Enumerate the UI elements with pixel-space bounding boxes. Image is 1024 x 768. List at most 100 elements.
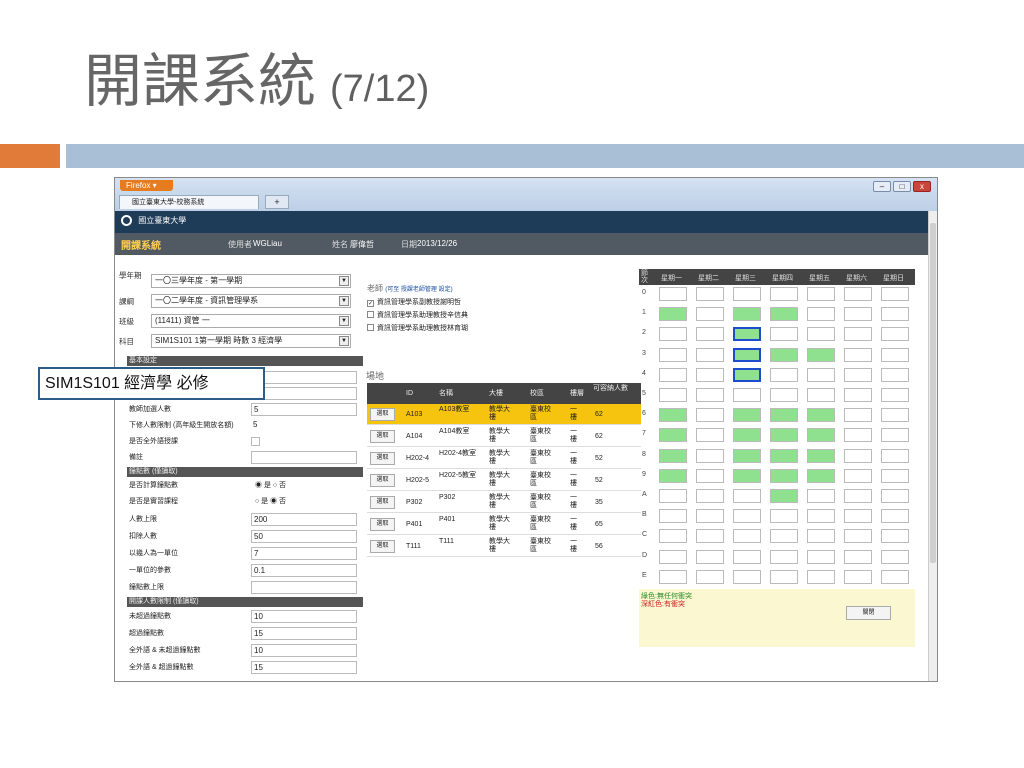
schedule-cell[interactable] [659, 307, 687, 322]
schedule-cell[interactable] [696, 509, 724, 524]
schedule-cell[interactable] [844, 388, 872, 402]
firefox-menu-button[interactable]: Firefox ▾ [120, 180, 173, 191]
text-field[interactable] [251, 387, 357, 400]
unit-size-field[interactable]: 7 [251, 547, 357, 560]
select-room-button[interactable]: 選取 [370, 540, 395, 553]
text-field[interactable] [251, 371, 357, 384]
teacher-checkbox-row[interactable]: 資訊管理學系助理教授林育瑚 [367, 323, 468, 333]
schedule-cell[interactable] [659, 408, 687, 423]
limit-field[interactable]: 10 [251, 610, 357, 623]
schedule-cell[interactable] [844, 428, 872, 443]
schedule-cell[interactable] [696, 347, 724, 362]
schedule-cell[interactable] [733, 367, 761, 382]
schedule-cell[interactable] [733, 569, 761, 584]
schedule-cell[interactable] [881, 529, 909, 544]
schedule-cell[interactable] [659, 468, 687, 483]
schedule-cell[interactable] [770, 327, 798, 342]
schedule-cell[interactable] [844, 549, 872, 564]
radio-group[interactable]: ○ 是 ◉ 否 [255, 494, 286, 509]
schedule-cell[interactable] [696, 489, 724, 503]
schedule-cell[interactable] [881, 509, 909, 524]
schedule-cell[interactable] [881, 549, 909, 564]
schedule-cell[interactable] [733, 549, 761, 564]
schedule-cell[interactable] [844, 569, 872, 584]
schedule-cell[interactable] [659, 388, 687, 402]
deduct-field[interactable]: 50 [251, 530, 357, 543]
schedule-cell[interactable] [881, 428, 909, 443]
schedule-cell[interactable] [770, 347, 798, 362]
checkbox-icon[interactable] [367, 311, 374, 318]
schedule-cell[interactable] [844, 307, 872, 322]
teacher-settings-link[interactable]: (可至 授課老師管理 設定) [385, 287, 452, 293]
schedule-cell[interactable] [733, 509, 761, 524]
schedule-cell[interactable] [659, 509, 687, 524]
schedule-cell[interactable] [807, 569, 835, 584]
remarks-field[interactable] [251, 451, 357, 464]
schedule-cell[interactable] [659, 569, 687, 584]
schedule-cell[interactable] [844, 468, 872, 483]
subject-select[interactable]: SIM1S101 1第一學期 時數 3 經濟學 ▼ [151, 334, 351, 348]
schedule-cell[interactable] [696, 428, 724, 443]
schedule-cell[interactable] [770, 448, 798, 463]
curriculum-select[interactable]: 一〇二學年度 - 資訊管理學系 ▼ [151, 294, 351, 308]
schedule-cell[interactable] [770, 509, 798, 524]
select-room-button[interactable]: 選取 [370, 518, 395, 531]
minimize-button[interactable]: – [873, 181, 891, 192]
schedule-cell[interactable] [844, 327, 872, 342]
schedule-cell[interactable] [807, 388, 835, 402]
schedule-cell[interactable] [844, 287, 872, 301]
schedule-cell[interactable] [770, 549, 798, 564]
checkbox-icon[interactable] [251, 437, 260, 446]
schedule-cell[interactable] [659, 489, 687, 503]
schedule-cell[interactable] [659, 428, 687, 443]
schedule-cell[interactable] [807, 367, 835, 382]
points-limit-field[interactable] [251, 581, 357, 594]
schedule-cell[interactable] [844, 347, 872, 362]
schedule-cell[interactable] [733, 468, 761, 483]
schedule-cell[interactable] [696, 388, 724, 402]
checkbox-checked-icon[interactable]: ✓ [367, 300, 374, 307]
schedule-cell[interactable] [770, 489, 798, 503]
schedule-cell[interactable] [659, 367, 687, 382]
schedule-cell[interactable] [881, 489, 909, 503]
close-window-button[interactable]: x [913, 181, 931, 192]
schedule-cell[interactable] [807, 287, 835, 301]
select-room-button[interactable]: 選取 [370, 474, 395, 487]
page-scrollbar[interactable] [928, 211, 937, 681]
schedule-cell[interactable] [881, 347, 909, 362]
schedule-cell[interactable] [733, 408, 761, 423]
schedule-cell[interactable] [807, 529, 835, 544]
select-room-button[interactable]: 選取 [370, 452, 395, 465]
close-button[interactable]: 關閉 [846, 606, 891, 620]
schedule-cell[interactable] [807, 509, 835, 524]
limit-field[interactable]: 15 [251, 627, 357, 640]
schedule-cell[interactable] [807, 468, 835, 483]
schedule-cell[interactable] [807, 489, 835, 503]
schedule-cell[interactable] [881, 408, 909, 423]
schedule-cell[interactable] [733, 489, 761, 503]
unit-param-field[interactable]: 0.1 [251, 564, 357, 577]
schedule-cell[interactable] [696, 307, 724, 322]
schedule-cell[interactable] [696, 408, 724, 423]
schedule-cell[interactable] [807, 408, 835, 423]
schedule-cell[interactable] [696, 448, 724, 463]
schedule-cell[interactable] [881, 307, 909, 322]
schedule-cell[interactable] [770, 388, 798, 402]
schedule-cell[interactable] [659, 287, 687, 301]
schedule-cell[interactable] [881, 448, 909, 463]
schedule-cell[interactable] [770, 408, 798, 423]
schedule-cell[interactable] [844, 509, 872, 524]
schedule-cell[interactable] [733, 448, 761, 463]
schedule-cell[interactable] [881, 367, 909, 382]
schedule-cell[interactable] [696, 549, 724, 564]
schedule-cell[interactable] [733, 428, 761, 443]
new-tab-button[interactable]: + [265, 195, 289, 209]
schedule-cell[interactable] [807, 347, 835, 362]
schedule-cell[interactable] [733, 287, 761, 301]
schedule-cell[interactable] [696, 367, 724, 382]
select-room-button[interactable]: 選取 [370, 430, 395, 443]
schedule-cell[interactable] [733, 388, 761, 402]
teacher-checkbox-row[interactable]: ✓ 資訊管理學系副教授謝明哲 [367, 297, 461, 307]
schedule-cell[interactable] [733, 347, 761, 362]
teacher-add-field[interactable]: 5 [251, 403, 357, 416]
